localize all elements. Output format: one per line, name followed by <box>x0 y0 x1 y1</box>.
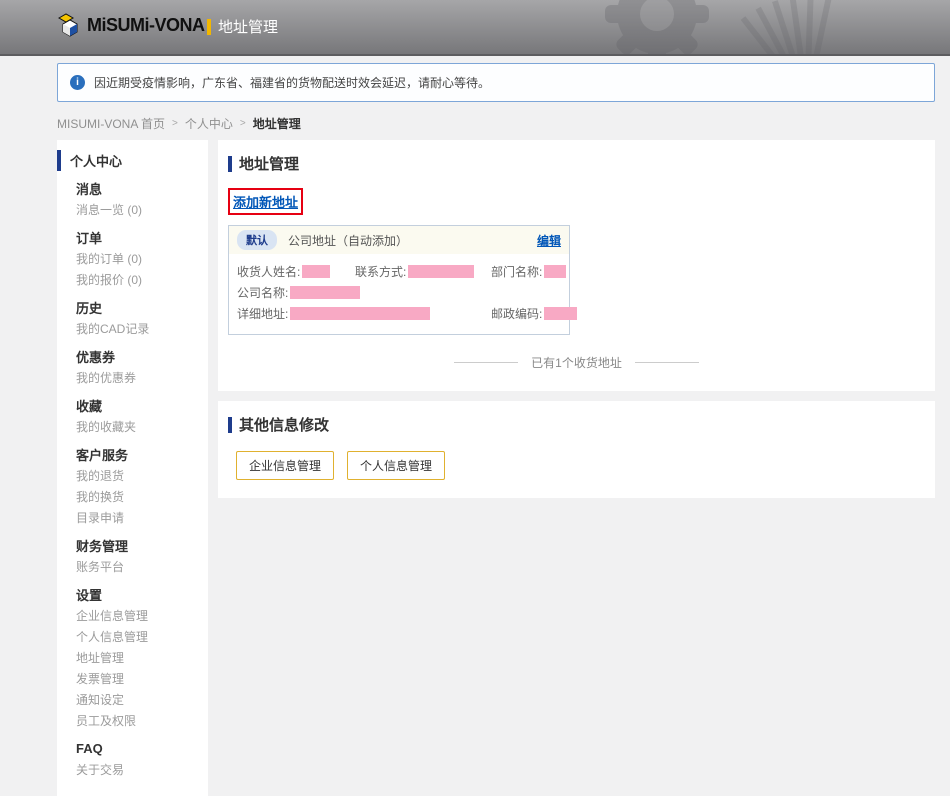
address-card: 默认 公司地址（自动添加） 编辑 收货人姓名: 联系方式: 部门名称: 公司名称… <box>228 225 578 335</box>
sidebar-section-favorites: 收藏 <box>76 399 103 414</box>
breadcrumb-separator: > <box>172 118 178 129</box>
department-label: 部门名称: <box>491 265 543 279</box>
company-name-label: 公司名称: <box>237 286 289 300</box>
breadcrumb: MISUMI-VONA 首页 > 个人中心 > 地址管理 <box>57 115 935 132</box>
address-section-heading: 地址管理 <box>228 153 925 174</box>
redacted-company-name <box>290 286 361 299</box>
address-row: 公司名称: <box>237 282 561 303</box>
sidebar-section-coupons: 优惠券 <box>76 350 116 365</box>
sidebar-item-my-cad-history[interactable]: 我的CAD记录 <box>76 318 208 339</box>
sidebar-item-my-orders[interactable]: 我的订单 (0) <box>76 248 208 269</box>
detailed-address-label: 详细地址: <box>237 307 289 321</box>
sidebar-section-finance: 财务管理 <box>76 539 129 554</box>
misumi-vona-logo[interactable]: MiSUMi-VONA <box>57 13 205 37</box>
divider-line <box>454 362 519 363</box>
add-new-address-link[interactable]: 添加新地址 <box>233 195 298 210</box>
address-count-note: 已有1个收货地址 <box>228 354 925 371</box>
address-row: 详细地址: 邮政编码: <box>237 303 578 324</box>
contact-label: 联系方式: <box>355 265 407 279</box>
sidebar-item-notification-settings[interactable]: 通知设定 <box>76 689 208 710</box>
notice-banner: i 因近期受疫情影响，广东省、福建省的货物配送时效会延迟，请耐心等待。 <box>57 63 935 102</box>
breadcrumb-personal-center[interactable]: 个人中心 <box>185 115 233 132</box>
sidebar-item-address-management[interactable]: 地址管理 <box>76 647 208 668</box>
page-title: 地址管理 <box>218 19 279 36</box>
recipient-name-label: 收货人姓名: <box>237 265 301 279</box>
address-management-panel: 地址管理 添加新地址 默认 公司地址（自动添加） 编辑 收货人姓名: 联系方式:… <box>218 140 935 391</box>
breadcrumb-separator: > <box>239 118 246 129</box>
address-type-label: 公司地址（自动添加） <box>288 233 409 248</box>
sidebar-item-personal-info[interactable]: 个人信息管理 <box>76 626 208 647</box>
heading-accent-bar <box>228 416 232 433</box>
sidebar-item-my-exchanges[interactable]: 我的换货 <box>76 486 208 507</box>
address-row: 收货人姓名: 联系方式: 部门名称: <box>237 261 567 282</box>
sidebar-item-my-quotes[interactable]: 我的报价 (0) <box>76 269 208 290</box>
other-info-panel: 其他信息修改 企业信息管理 个人信息管理 <box>218 401 935 498</box>
address-card-header: 默认 公司地址（自动添加） 编辑 <box>229 226 569 254</box>
sidebar-section-customer-service: 客户服务 <box>76 448 129 463</box>
app-header: MiSUMi-VONA 地址管理 <box>0 0 950 56</box>
default-badge: 默认 <box>237 230 277 250</box>
info-icon: i <box>70 75 85 90</box>
sidebar-item-about-transactions[interactable]: 关于交易 <box>76 759 208 780</box>
divider-line <box>634 362 699 363</box>
sidebar-item-message-list[interactable]: 消息一览 (0) <box>76 199 208 220</box>
personal-info-management-button[interactable]: 个人信息管理 <box>347 451 446 480</box>
logo-text: MiSUMi-VONA <box>87 14 205 35</box>
redacted-detailed-address <box>290 307 431 320</box>
breadcrumb-home[interactable]: MISUMI-VONA 首页 <box>57 115 165 132</box>
address-section-title: 地址管理 <box>239 156 300 173</box>
edit-address-link[interactable]: 编辑 <box>537 232 561 249</box>
sidebar-item-my-coupons[interactable]: 我的优惠券 <box>76 367 208 388</box>
other-section-title: 其他信息修改 <box>239 417 330 434</box>
redacted-department <box>544 265 567 278</box>
cube-logo-icon <box>57 13 78 37</box>
address-card-body: 收货人姓名: 联系方式: 部门名称: 公司名称: 详细地址: 邮政编码: <box>229 254 578 334</box>
sidebar-item-staff-permissions[interactable]: 员工及权限 <box>76 710 208 731</box>
sidebar-section-settings: 设置 <box>76 588 103 603</box>
other-section-heading: 其他信息修改 <box>228 414 925 435</box>
sidebar: 个人中心 消息 消息一览 (0) 订单 我的订单 (0) 我的报价 (0) 历史… <box>57 140 208 796</box>
breadcrumb-current: 地址管理 <box>252 117 301 131</box>
redacted-postal-code <box>544 307 578 320</box>
sidebar-item-billing-platform[interactable]: 账务平台 <box>76 556 208 577</box>
sidebar-section-messages: 消息 <box>76 182 103 197</box>
sidebar-item-company-info[interactable]: 企业信息管理 <box>76 605 208 626</box>
company-info-management-button[interactable]: 企业信息管理 <box>236 451 335 480</box>
sidebar-section-orders: 订单 <box>76 231 103 246</box>
notice-text: 因近期受疫情影响，广东省、福建省的货物配送时效会延迟，请耐心等待。 <box>94 76 491 90</box>
address-count-text: 已有1个收货地址 <box>531 356 622 370</box>
other-info-buttons: 企业信息管理 个人信息管理 <box>236 451 925 480</box>
heading-accent-bar <box>228 155 232 172</box>
sidebar-section-history: 历史 <box>76 301 103 316</box>
sidebar-item-catalog-request[interactable]: 目录申请 <box>76 507 208 528</box>
sidebar-item-my-returns[interactable]: 我的退货 <box>76 465 208 486</box>
annotation-box: 添加新地址 <box>228 188 304 215</box>
redacted-contact <box>408 265 475 278</box>
postal-code-label: 邮政编码: <box>491 307 543 321</box>
gear-watermark <box>605 0 832 54</box>
sidebar-title-personal-center[interactable]: 个人中心 <box>57 150 208 171</box>
sidebar-item-invoice-management[interactable]: 发票管理 <box>76 668 208 689</box>
redacted-recipient-name <box>302 265 331 278</box>
sidebar-item-my-favorites[interactable]: 我的收藏夹 <box>76 416 208 437</box>
title-accent-bar <box>207 18 211 35</box>
sidebar-section-faq: FAQ <box>76 741 103 756</box>
page-title-block: 地址管理 <box>207 16 278 37</box>
